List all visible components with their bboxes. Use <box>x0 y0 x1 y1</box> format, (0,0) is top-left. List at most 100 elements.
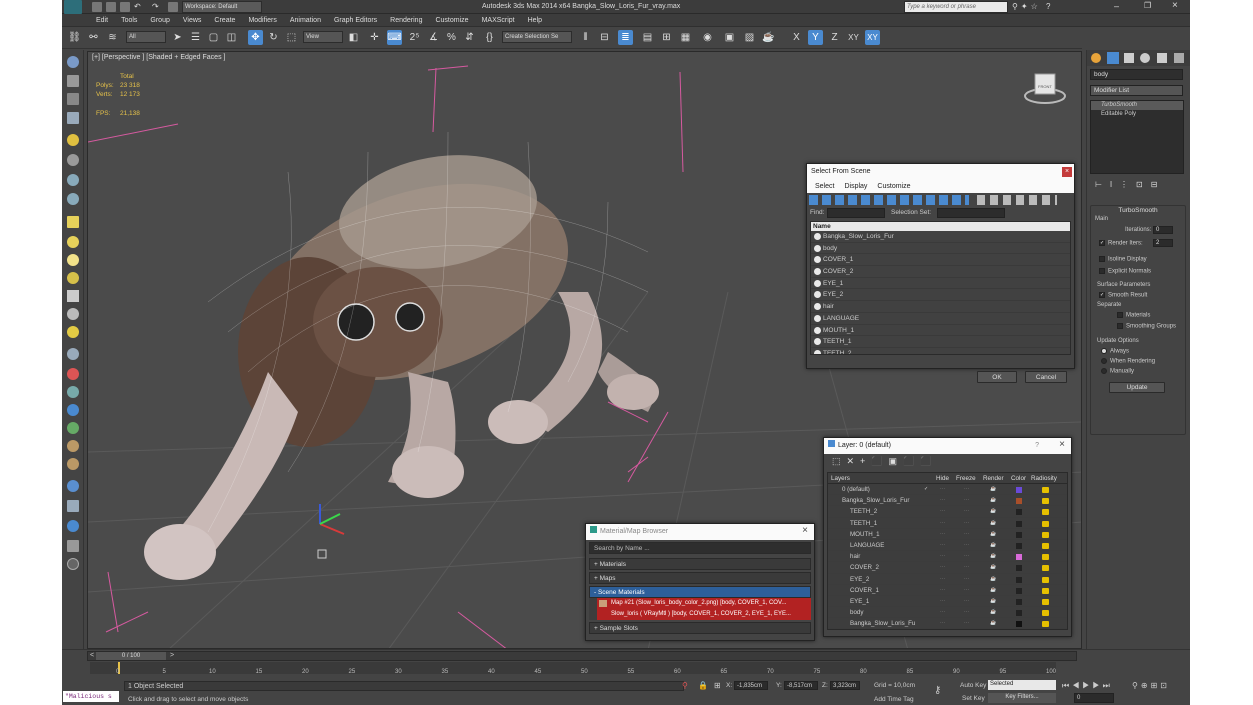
hide-toggle[interactable]: ··· <box>940 562 945 573</box>
layer-color-swatch[interactable] <box>1016 587 1022 594</box>
layer-color-swatch[interactable] <box>1016 498 1022 505</box>
rendered-frame-icon[interactable]: ▨ <box>742 30 757 45</box>
torus-icon[interactable] <box>67 272 79 284</box>
sphere-icon[interactable] <box>67 236 79 248</box>
z-coordinate-field[interactable]: 3,323cm <box>830 681 860 690</box>
infocenter-icons[interactable]: ⚲✦☆ ? <box>1012 2 1053 11</box>
curve-editor-icon[interactable]: ⊞ <box>659 30 674 45</box>
update-button[interactable]: Update <box>1109 382 1165 393</box>
selection-set-dropdown[interactable] <box>937 208 1005 218</box>
always-radio-row[interactable]: Always <box>1101 348 1129 355</box>
tool-icon-2[interactable] <box>67 75 79 87</box>
auto-key-button[interactable]: Auto Key <box>960 682 986 689</box>
scene-object-row[interactable]: body <box>811 242 1070 255</box>
maxscript-listener[interactable]: "Malicious s <box>63 691 119 702</box>
freeze-toggle[interactable]: ··· <box>964 618 969 629</box>
menu-edit[interactable]: Edit <box>96 17 108 24</box>
always-radio[interactable] <box>1101 348 1107 354</box>
hide-toggle[interactable]: ··· <box>940 495 945 506</box>
select-scale-icon[interactable]: ⬚ <box>284 30 299 45</box>
display-buttons[interactable] <box>977 195 1057 205</box>
isoline-checkbox[interactable] <box>1099 256 1105 262</box>
scene-object-row[interactable]: EYE_2 <box>811 289 1070 302</box>
layer-color-swatch[interactable] <box>1016 542 1022 549</box>
hide-toggle[interactable]: ··· <box>940 529 945 540</box>
scene-object-row[interactable]: hair <box>811 301 1070 313</box>
radiosity-icon[interactable] <box>1042 587 1049 594</box>
object-name-field[interactable]: body <box>1090 69 1183 80</box>
teapot-icon[interactable] <box>67 326 79 338</box>
graphite-icon[interactable]: ▤ <box>640 30 655 45</box>
stack-item-editable-poly[interactable]: Editable Poly <box>1091 110 1183 119</box>
name-column-header[interactable]: Name <box>811 222 1070 231</box>
material-editor-icon[interactable]: ◉ <box>700 30 715 45</box>
render-setup-icon[interactable]: ▣ <box>722 30 737 45</box>
layer-color-swatch[interactable] <box>1016 531 1022 538</box>
open-icon[interactable] <box>106 2 116 12</box>
scene-object-row[interactable]: MOUTH_1 <box>811 324 1070 337</box>
layer-row[interactable]: Bangka_Slow_Loris_Fur ··· ··· ☕ <box>828 495 1067 507</box>
layer-color-swatch[interactable] <box>1016 576 1022 583</box>
hide-toggle[interactable]: ··· <box>940 574 945 585</box>
freeze-toggle[interactable]: ··· <box>964 585 969 596</box>
percent-snap-icon[interactable]: % <box>444 30 459 45</box>
menu-select[interactable]: Select <box>815 180 834 193</box>
link-icon[interactable]: ⛓ <box>67 30 82 45</box>
col-radiosity[interactable]: Radiosity <box>1031 473 1057 484</box>
turbosmooth-title[interactable]: TurboSmooth <box>1091 206 1185 216</box>
radiosity-icon[interactable] <box>1042 621 1049 628</box>
geosphere-icon[interactable] <box>67 254 79 266</box>
smoothing-groups-checkbox[interactable] <box>1117 323 1123 329</box>
col-hide[interactable]: Hide <box>936 473 949 484</box>
hide-toggle[interactable]: ··· <box>940 618 945 629</box>
layer-color-swatch[interactable] <box>1016 598 1022 605</box>
menu-graph-editors[interactable]: Graph Editors <box>334 17 377 24</box>
layer-color-swatch[interactable] <box>1016 610 1022 617</box>
maps-group[interactable]: + Maps <box>589 572 811 584</box>
tool-icon-6[interactable] <box>67 154 79 166</box>
help-button[interactable]: ? <box>1035 438 1039 454</box>
mirror-icon[interactable]: ⫴ <box>578 30 593 45</box>
menu-group[interactable]: Group <box>150 17 169 24</box>
radiosity-icon[interactable] <box>1042 565 1049 572</box>
iterations-spinner[interactable]: 0 <box>1153 226 1173 234</box>
tool-icon-1[interactable] <box>67 56 79 68</box>
render-teapot-icon[interactable]: ☕ <box>990 562 996 573</box>
playback-controls[interactable]: ⏮◀▶▶⏭ <box>1062 681 1113 691</box>
motion-tab-icon[interactable] <box>1140 53 1150 63</box>
freeze-toggle[interactable]: ··· <box>964 484 969 495</box>
layer-row[interactable]: MOUTH_1 ··· ··· ☕ <box>828 529 1067 540</box>
materials-group[interactable]: + Materials <box>589 558 811 570</box>
selection-filter-dropdown[interactable]: All <box>126 31 166 43</box>
tool-icon-23[interactable] <box>67 480 79 492</box>
select-by-name-icon[interactable]: ☰ <box>188 30 203 45</box>
hide-toggle[interactable]: ··· <box>940 484 945 495</box>
axis-xy-button[interactable]: XY <box>846 30 861 45</box>
ok-button[interactable]: OK <box>977 371 1017 383</box>
materials-row[interactable]: Materials <box>1117 312 1150 319</box>
radiosity-icon[interactable] <box>1042 498 1049 505</box>
freeze-toggle[interactable]: ··· <box>964 551 969 562</box>
layer-row[interactable]: EYE_1 ··· ··· ☕ <box>828 596 1067 608</box>
radiosity-icon[interactable] <box>1042 554 1049 561</box>
tool-icon-8[interactable] <box>67 193 79 205</box>
minimize-button[interactable]: – <box>1114 1 1119 11</box>
freeze-toggle[interactable]: ··· <box>964 562 969 573</box>
close-button[interactable]: × <box>1062 167 1072 177</box>
menu-customize[interactable]: Customize <box>877 180 910 193</box>
radiosity-icon[interactable] <box>1042 531 1049 538</box>
time-slider[interactable]: < 0 / 100 > <box>87 651 1077 661</box>
tool-icon-4[interactable] <box>67 112 79 124</box>
search-input[interactable]: Type a keyword or phrase <box>904 1 1008 13</box>
restore-button[interactable]: ❐ <box>1144 1 1151 10</box>
freeze-toggle[interactable]: ··· <box>964 529 969 540</box>
time-next-icon[interactable]: > <box>170 652 174 659</box>
smooth-result-row[interactable]: ✓ Smooth Result <box>1099 292 1147 299</box>
layer-color-swatch[interactable] <box>1016 621 1022 628</box>
layer-toolbar-icons[interactable]: ⬚✕+⬛▣⬛⬛ <box>832 456 937 467</box>
box-icon[interactable] <box>67 216 79 228</box>
radiosity-icon[interactable] <box>1042 487 1049 493</box>
lock-icon[interactable]: 🔒 <box>698 681 708 690</box>
manipulate-icon[interactable]: ✛ <box>367 30 382 45</box>
render-iters-row[interactable]: ✓ Render Iters: <box>1099 240 1143 247</box>
